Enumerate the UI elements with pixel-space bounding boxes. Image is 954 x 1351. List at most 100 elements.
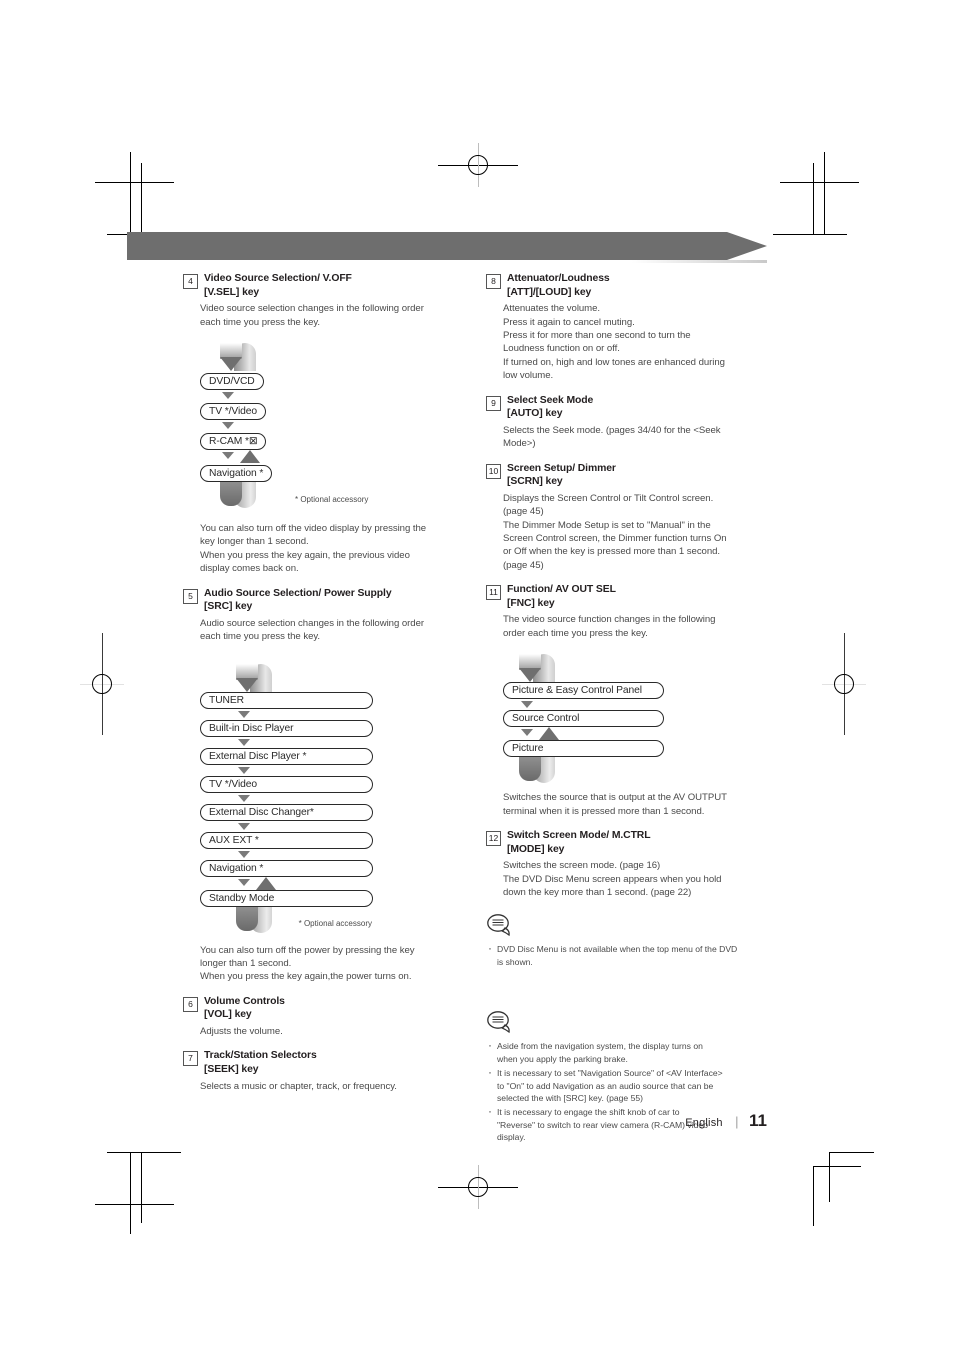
item-title: Volume Controls [VOL] key [204,995,285,1022]
registration-mark-bottom [438,1165,518,1209]
flow-arrow-row [503,727,771,741]
item-title-line2: [FNC] key [507,597,555,609]
flow-box-tv-video[interactable]: TV */Video [200,775,373,793]
registration-mark-top [438,143,518,187]
registration-mark-left [80,633,124,735]
intro-line: Displays the Screen Control or Tilt Cont… [503,492,714,504]
note-line: when you apply the parking brake. [497,1053,628,1064]
flow-down-arrow-icon [222,452,234,459]
ribbon-down-arrow [220,357,242,371]
flow-box-picture[interactable]: Picture [503,740,664,758]
banner-shadow [632,260,767,263]
note-bubble-icon [486,1010,514,1034]
flow-footnote: * Optional accessory [298,918,372,928]
note-line: to "On" to add Navigation as an audio so… [497,1080,714,1091]
ribbon-flap [220,482,242,506]
item-intro-text: Selects the Seek mode. (pages 34/40 for … [503,424,771,451]
outro-line: display comes back on. [200,563,299,575]
outro-line: key longer than 1 second. [200,536,309,548]
outro-line: You can also turn off the power by press… [200,944,415,956]
outro-line: Switches the source that is output at th… [503,792,727,804]
item-heading: 6 Volume Controls [VOL] key [183,995,468,1022]
item-title-line1: Audio Source Selection/ Power Supply [204,587,392,599]
item-intro-text: Attenuates the volume. Press it again to… [503,302,771,382]
flow-box-tuner[interactable]: TUNER [200,691,373,709]
flow-box-tv-video[interactable]: TV */Video [200,403,267,420]
item-heading: 12 Switch Screen Mode/ M.CTRL [MODE] key [486,829,771,856]
flow-down-arrow-icon [238,850,250,858]
item-function-av-out-sel: 11 Function/ AV OUT SEL [FNC] key The vi… [486,583,771,818]
item-number: 12 [486,831,501,847]
item-heading: 7 Track/Station Selectors [SEEK] key [183,1049,468,1076]
crop-line [780,182,859,183]
crop-line [773,234,847,235]
intro-line: Selects the Seek mode. (pages 34/40 for … [503,424,721,436]
outro-line: When you press the key again,the power t… [200,971,412,983]
item-heading: 11 Function/ AV OUT SEL [FNC] key [486,583,771,610]
intro-line: Adjusts the volume. [200,1026,283,1038]
flow-down-arrow-icon [238,738,250,746]
item-attenuator-loudness: 8 Attenuator/Loudness [ATT]/[LOUD] key A… [486,272,771,383]
item-intro-text: The video source function changes in the… [503,613,771,640]
ribbon-flap [236,906,258,931]
crop-line [829,1152,874,1153]
intro-line: The Dimmer Mode Setup is set to "Manual"… [503,519,711,531]
item-intro-text: Switches the screen mode. (page 16) The … [503,859,771,899]
item-intro-text: Selects a music or chapter, track, or fr… [200,1080,468,1093]
flow-box-external-disc-changer[interactable]: External Disc Changer* [200,803,373,821]
item-title: Track/Station Selectors [SEEK] key [204,1049,317,1076]
flow-loop-bottom-ribbon [228,906,280,935]
flow-box-external-disc-player[interactable]: External Disc Player * [200,747,373,765]
flow-down-arrow-icon [238,766,250,774]
item-video-source-selection: 4 Video Source Selection/ V.OFF [V.SEL] … [183,272,468,576]
item-heading: 10 Screen Setup/ Dimmer [SCRN] key [486,462,771,489]
intro-line: each time you press the key. [200,316,321,328]
item-outro-text: You can also turn off the video display … [200,522,468,576]
item-title: Attenuator/Loudness [ATT]/[LOUD] key [507,272,610,299]
crop-line [829,1152,830,1202]
item-title-line1: Screen Setup/ Dimmer [507,462,616,474]
item-title-line1: Volume Controls [204,995,285,1007]
flow-box-standby-mode[interactable]: Standby Mode [200,889,373,907]
flow-box-navigation[interactable]: Navigation * [200,859,373,877]
intro-line: low volume. [503,370,554,382]
flow-box-r-cam[interactable]: R-CAM *⊠ [200,433,267,450]
intro-line: Press it for more than one second to tur… [503,330,691,341]
flow-down-arrow-icon [238,878,250,886]
crop-line [813,163,814,234]
item-number: 10 [486,463,501,479]
note-line: Aside from the navigation system, the di… [497,1041,703,1052]
page-header-banner [127,232,767,263]
item-title-line2: [V.SEL] key [204,286,260,298]
footer-page-number: 11 [749,1111,767,1130]
note-line: DVD Disc Menu is not available when the … [497,944,738,955]
item-heading: 8 Attenuator/Loudness [ATT]/[LOUD] key [486,272,771,299]
intro-line: The DVD Disc Menu screen appears when yo… [503,873,722,885]
flow-box-navigation[interactable]: Navigation * [200,465,273,482]
item-screen-setup-dimmer: 10 Screen Setup/ Dimmer [SCRN] key Displ… [486,462,771,573]
note-bubble-icon [486,913,514,937]
flow-box-source-control[interactable]: Source Control [503,710,664,728]
ribbon-flap [519,757,541,782]
ribbon-down-arrow [236,677,258,692]
item-title-line2: [MODE] key [507,843,565,855]
flow-box-picture-easy-control-panel[interactable]: Picture & Easy Control Panel [503,682,664,700]
flow-down-arrow-icon [238,710,250,718]
outro-line: terminal when it is pressed more than 1 … [503,805,705,817]
note-line: selected the with [SRC] key. (page 55) [497,1092,644,1103]
item-audio-source-selection: 5 Audio Source Selection/ Power Supply [… [183,587,468,984]
video-source-flow-diagram: DVD/VCD TV */Video R-CAM *⊠ Navigation *… [200,343,468,508]
intro-line: If turned on, high and low tones are enh… [503,356,725,368]
flow-up-arrow-icon [240,450,260,463]
flow-box-builtin-disc-player[interactable]: Built-in Disc Player [200,719,373,737]
flow-box-dvd-vcd[interactable]: DVD/VCD [200,373,264,390]
registration-mark-right [822,633,866,735]
item-title: Select Seek Mode [AUTO] key [507,394,593,421]
item-number: 11 [486,585,501,601]
item-title-line1: Function/ AV OUT SEL [507,584,616,596]
intro-line: Press it again to cancel muting. [503,316,635,328]
item-title-line1: Attenuator/Loudness [507,273,610,284]
banner-bar [127,232,727,260]
flow-box-aux-ext[interactable]: AUX EXT * [200,831,373,849]
flow-loop-top-ribbon [511,654,563,683]
